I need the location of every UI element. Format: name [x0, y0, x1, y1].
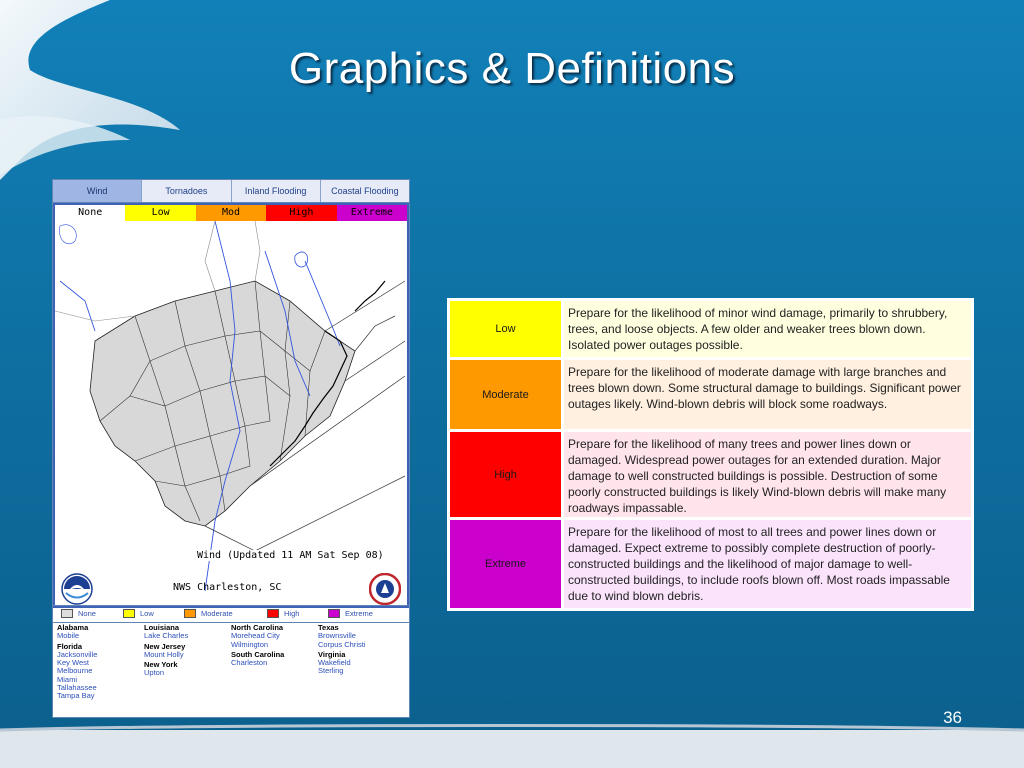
office-column: Louisiana Lake Charles New Jersey Mount …: [144, 623, 188, 678]
definition-text: Prepare for the likelihood of most to al…: [564, 520, 971, 608]
legend-label: Moderate: [201, 609, 233, 618]
risk-scale-mod: Mod: [195, 205, 267, 221]
office-column: North Carolina Morehead City Wilmington …: [231, 623, 284, 667]
threat-definitions-table: Low Prepare for the likelihood of minor …: [447, 298, 974, 611]
definition-text: Prepare for the likelihood of many trees…: [564, 432, 971, 517]
definition-level: Extreme: [450, 520, 561, 608]
tab-coastal-flooding[interactable]: Coastal Flooding: [320, 180, 409, 202]
tab-inland-flooding[interactable]: Inland Flooding: [231, 180, 321, 202]
office-link[interactable]: Mount Holly: [144, 650, 188, 659]
definition-level: Low: [450, 301, 561, 357]
definition-text: Prepare for the likelihood of moderate d…: [564, 360, 971, 429]
map-caption: Wind (Updated 11 AM Sat Sep 08): [197, 550, 384, 561]
office-link[interactable]: Sterling: [318, 667, 366, 676]
risk-scale-extreme: Extreme: [336, 205, 408, 221]
legend-swatch: [61, 609, 73, 618]
definition-row-moderate: Moderate Prepare for the likelihood of m…: [450, 360, 971, 429]
tab-tornadoes[interactable]: Tornadoes: [142, 180, 232, 202]
definition-text: Prepare for the likelihood of minor wind…: [564, 301, 971, 357]
office-link[interactable]: Charleston: [231, 658, 284, 667]
office-name: NWS Charleston, SC: [173, 582, 282, 593]
slide-title: Graphics & Definitions: [288, 44, 736, 93]
legend-swatch: [123, 609, 135, 618]
page-number: 36: [943, 708, 962, 727]
office-link[interactable]: Tampa Bay: [57, 692, 97, 701]
office-link[interactable]: Upton: [144, 669, 188, 678]
office-link[interactable]: Corpus Christi: [318, 640, 366, 649]
office-link[interactable]: Lake Charles: [144, 631, 188, 640]
risk-scale-low: Low: [125, 205, 196, 221]
noaa-logo-icon: [61, 573, 93, 605]
definition-row-low: Low Prepare for the likelihood of minor …: [450, 301, 971, 357]
risk-scale-bar: None Low Mod High Extreme: [55, 205, 408, 221]
legend-label: None: [78, 609, 96, 618]
legend-swatch: [267, 609, 279, 618]
definition-row-extreme: Extreme Prepare for the likelihood of mo…: [450, 520, 971, 608]
definition-level: High: [450, 432, 561, 517]
office-column: Alabama Mobile Florida Jacksonville Key …: [57, 623, 97, 701]
legend-swatch: [328, 609, 340, 618]
threat-tabs: Wind Tornadoes Inland Flooding Coastal F…: [53, 180, 409, 203]
office-column: Texas Brownsville Corpus Christi Virgini…: [318, 623, 366, 676]
hurricane-threat-widget: Wind Tornadoes Inland Flooding Coastal F…: [52, 179, 410, 718]
legend-item-high: High: [267, 609, 299, 618]
legend-label: High: [284, 609, 300, 618]
legend-item-low: Low: [123, 609, 154, 618]
legend-item-none: None: [61, 609, 96, 618]
risk-scale-high: High: [266, 205, 337, 221]
definition-level: Moderate: [450, 360, 561, 429]
map-legend: None Low Moderate High Extreme: [53, 605, 409, 623]
threat-map-frame: None Low Mod High Extreme Wind (Updated …: [53, 203, 409, 608]
office-link[interactable]: Mobile: [57, 631, 97, 640]
nws-logo-icon: [369, 573, 401, 605]
office-link[interactable]: Wilmington: [231, 640, 284, 649]
legend-item-moderate: Moderate: [184, 609, 233, 618]
legend-swatch: [184, 609, 196, 618]
legend-label: Low: [140, 609, 154, 618]
definition-row-high: High Prepare for the likelihood of many …: [450, 432, 971, 517]
county-map: [55, 221, 406, 592]
tab-wind[interactable]: Wind: [53, 180, 143, 202]
legend-item-extreme: Extreme: [328, 609, 373, 618]
risk-scale-none: None: [55, 205, 126, 221]
legend-label: Extreme: [345, 609, 373, 618]
